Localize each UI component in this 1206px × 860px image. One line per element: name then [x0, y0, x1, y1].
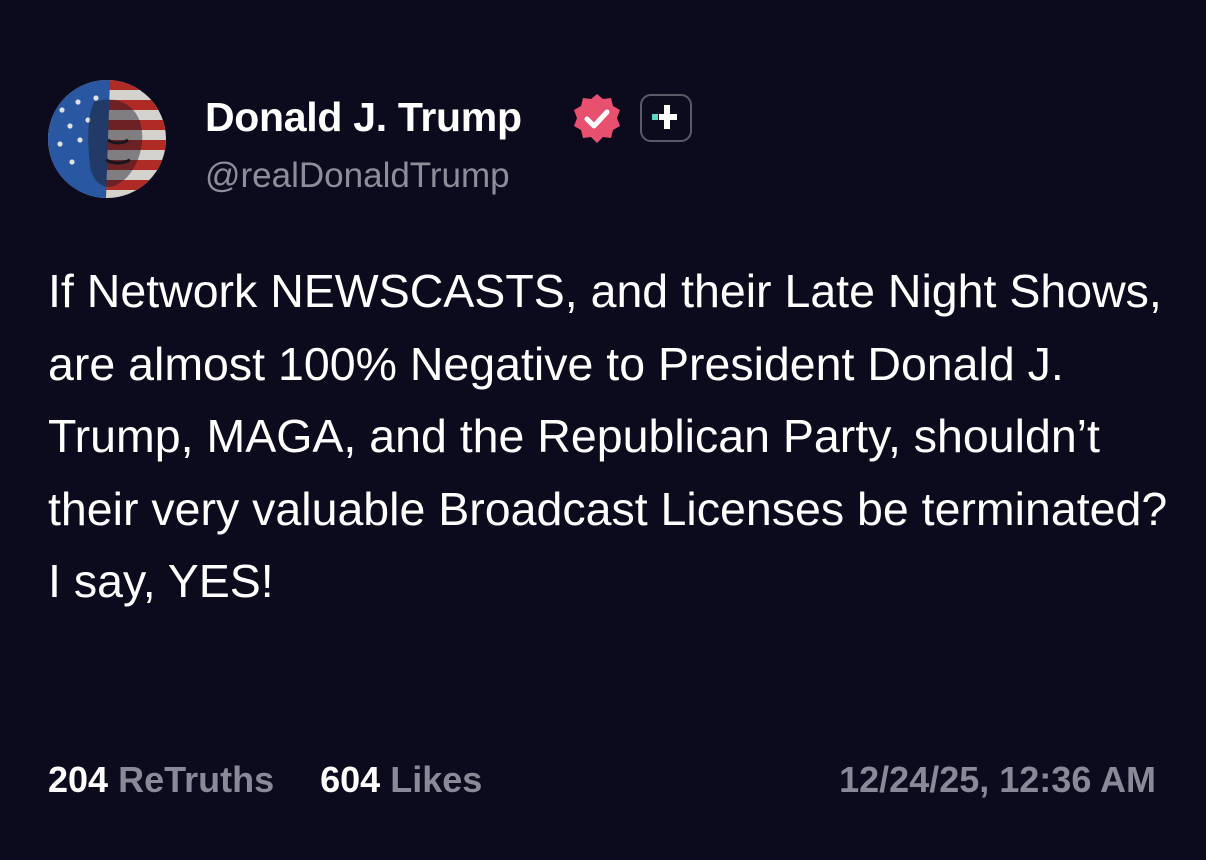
- retruths-stat[interactable]: 204 ReTruths: [48, 758, 274, 802]
- avatar[interactable]: [48, 80, 166, 198]
- post-stats: 204 ReTruths 604 Likes: [48, 758, 518, 802]
- retruths-label: ReTruths: [118, 759, 275, 800]
- likes-label: Likes: [390, 759, 483, 800]
- author-name[interactable]: Donald J. Trump: [205, 93, 522, 141]
- flag-portrait-avatar-icon: [48, 80, 166, 198]
- retruths-count: 204: [48, 759, 109, 800]
- truth-post: Donald J. Trump @realDonaldTrump If Netw…: [0, 0, 1206, 860]
- post-timestamp[interactable]: 12/24/25, 12:36 AM: [839, 758, 1156, 802]
- verified-badge-icon: [570, 92, 624, 146]
- likes-stat[interactable]: 604 Likes: [320, 758, 482, 802]
- likes-count: 604: [320, 759, 381, 800]
- post-text: If Network NEWSCASTS, and their Late Nig…: [48, 265, 1168, 607]
- plus-badge-icon: [640, 94, 692, 142]
- author-handle[interactable]: @realDonaldTrump: [205, 154, 510, 198]
